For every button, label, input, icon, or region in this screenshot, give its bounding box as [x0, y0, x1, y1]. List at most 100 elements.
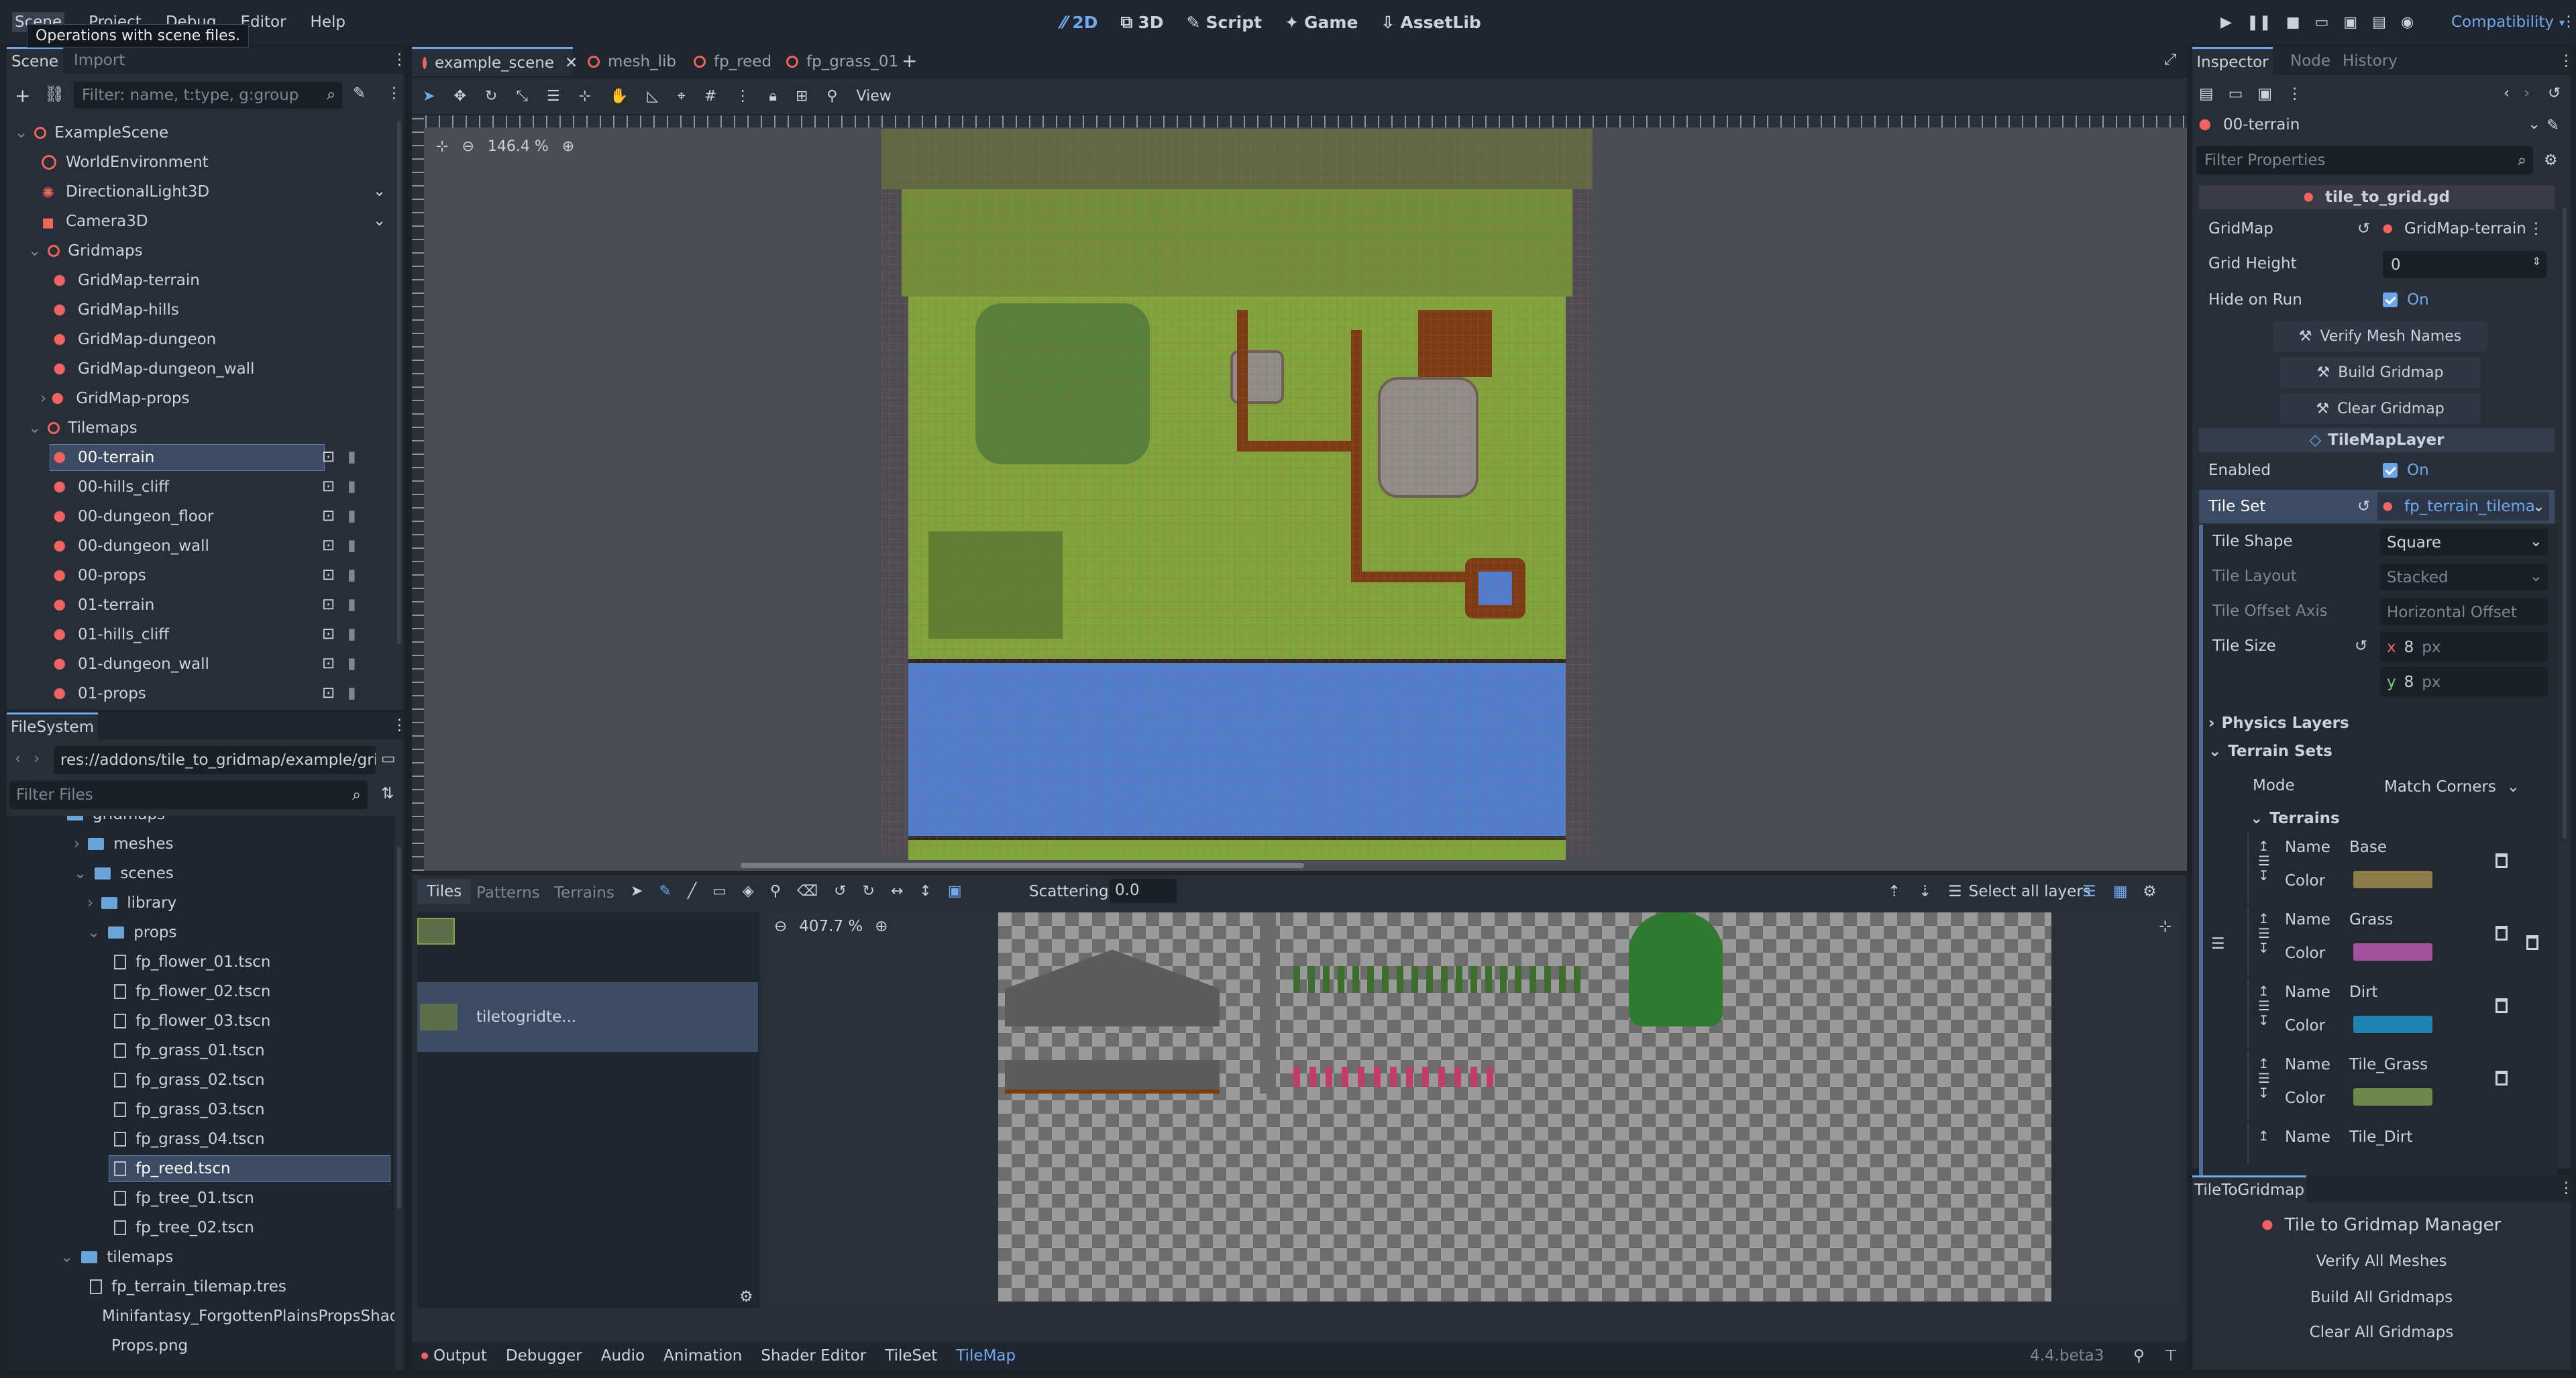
- tab-debugger[interactable]: Debugger: [506, 1347, 582, 1365]
- terrain-color-swatch[interactable]: [2353, 871, 2432, 888]
- chevron-right-icon[interactable]: ›: [74, 835, 80, 853]
- play-custom-icon[interactable]: ▤: [2372, 14, 2386, 31]
- rotate-tool-icon[interactable]: ↻: [485, 88, 497, 105]
- select-tool-icon[interactable]: ➤: [423, 88, 435, 105]
- tree-row-00-terrain[interactable]: 00-terrain ⊡ ▮: [7, 443, 404, 472]
- tab-fp-reed[interactable]: fp_reed: [694, 47, 771, 76]
- open-resource-icon[interactable]: ▭: [2229, 85, 2243, 103]
- physics-layers-section[interactable]: › Physics Layers: [2208, 710, 2349, 737]
- script-icon[interactable]: ⊡: [322, 655, 335, 672]
- dock-menu-icon[interactable]: ⋮: [2559, 1179, 2574, 1197]
- verify-mesh-names-button[interactable]: ⚒ Verify Mesh Names: [2273, 321, 2487, 352]
- file-row[interactable]: Props.png: [7, 1331, 394, 1361]
- flip-h-icon[interactable]: ↔: [891, 883, 903, 900]
- file-row[interactable]: fp_tree_01.tscn: [7, 1183, 394, 1213]
- snap-menu-icon[interactable]: ⋮: [735, 88, 750, 105]
- group-icon[interactable]: ⊞: [796, 88, 808, 105]
- lock-icon[interactable]: ▮: [347, 507, 356, 525]
- atlas-texture[interactable]: [998, 912, 2051, 1302]
- file-row[interactable]: fp_terrain_tilemap.tres: [7, 1272, 394, 1302]
- terrain-name-input[interactable]: Dirt: [2349, 984, 2378, 1001]
- file-row[interactable]: fp_grass_03.tscn: [7, 1095, 394, 1124]
- file-row[interactable]: fp_grass_01.tscn: [7, 1036, 394, 1065]
- play-scene-icon[interactable]: ▣: [2343, 14, 2357, 31]
- terrain-name-input[interactable]: Grass: [2349, 911, 2393, 929]
- filter-files-input[interactable]: Filter Files ⌕: [9, 781, 368, 809]
- layer-section-header[interactable]: ◇ TileMapLayer: [2199, 428, 2555, 452]
- zoom-level[interactable]: 146.4 %: [488, 138, 549, 155]
- tile-size-y-input[interactable]: y 8 px: [2380, 667, 2548, 696]
- center-view-icon[interactable]: ⊹: [436, 138, 448, 155]
- forward-icon[interactable]: ›: [34, 750, 40, 767]
- close-icon[interactable]: ✕: [565, 54, 578, 72]
- atlas-zoom-level[interactable]: 407.7 %: [799, 918, 863, 935]
- lock-icon[interactable]: ▮: [347, 596, 356, 613]
- tree-row-00-props[interactable]: 00-props ⊡ ▮: [7, 561, 404, 590]
- layer-up-icon[interactable]: ⇡: [1888, 883, 1900, 900]
- filter-options-icon[interactable]: ⚙: [2544, 152, 2558, 169]
- workspace-2d[interactable]: ⁄⁄ 2D: [1061, 13, 1098, 32]
- tree-row-01-terrain[interactable]: 01-terrain ⊡ ▮: [7, 590, 404, 620]
- tab-mesh-lib[interactable]: mesh_lib: [588, 47, 676, 76]
- chevron-down-icon[interactable]: ⌄: [373, 212, 386, 229]
- select-tool-icon[interactable]: ➤: [631, 883, 643, 900]
- drag-handle-icon[interactable]: ☰: [2211, 935, 2225, 953]
- tile-size-x-input[interactable]: x 8 px: [2380, 632, 2548, 661]
- tab-import[interactable]: Import: [74, 47, 125, 74]
- history-forward-icon[interactable]: ›: [2524, 85, 2530, 102]
- lock-icon[interactable]: ▮: [347, 655, 356, 672]
- delete-icon[interactable]: [2496, 926, 2508, 945]
- revert-icon[interactable]: ↺: [2355, 637, 2367, 655]
- source-settings-icon[interactable]: ⚙: [739, 1288, 753, 1306]
- scene-filter-input[interactable]: Filter: name, t:type, g:group ⌕: [74, 82, 342, 109]
- rotate-right-icon[interactable]: ↻: [863, 883, 875, 900]
- tree-row-00-dungeon-floor[interactable]: 00-dungeon_floor ⊡ ▮: [7, 502, 404, 531]
- clear-gridmap-button[interactable]: ⚒ Clear Gridmap: [2279, 393, 2481, 424]
- tileset-picker[interactable]: fp_terrain_tilema ⌄: [2377, 492, 2549, 521]
- tree-row-examplescene[interactable]: ⌄ ExampleScene: [7, 118, 404, 148]
- script-icon[interactable]: ⊡: [322, 596, 335, 613]
- expand-panel-icon[interactable]: ⊤: [2164, 1347, 2178, 1365]
- tree-row-gridmap-terrain[interactable]: GridMap-terrain: [7, 266, 404, 295]
- script-icon[interactable]: ⊡: [322, 448, 335, 466]
- dock-menu-icon[interactable]: ⋮: [392, 51, 407, 68]
- terrain-name-input[interactable]: Base: [2349, 839, 2387, 856]
- tree-row-01-props[interactable]: 01-props ⊡ ▮: [7, 679, 404, 708]
- play-icon[interactable]: ▶: [2220, 14, 2232, 31]
- chevron-right-icon[interactable]: ›: [87, 894, 93, 912]
- tile-source-item[interactable]: tiletogridte...: [417, 982, 758, 1052]
- more-icon[interactable]: ⋮: [2287, 85, 2302, 103]
- terrain-name-input[interactable]: Tile_Dirt: [2349, 1128, 2412, 1146]
- terrain-color-swatch[interactable]: [2353, 943, 2432, 961]
- script-icon[interactable]: ⊡: [322, 566, 335, 584]
- renderer-select[interactable]: Compatibility ▾: [2451, 0, 2565, 44]
- tree-row-gridmap-dungeon[interactable]: GridMap-dungeon: [7, 325, 404, 354]
- scale-tool-icon[interactable]: ⤡: [516, 88, 528, 105]
- revert-icon[interactable]: ↺: [2357, 498, 2370, 515]
- pan-tool-icon[interactable]: ✋: [610, 88, 628, 105]
- zoom-out-icon[interactable]: ⊖: [462, 138, 474, 155]
- terrain-color-swatch[interactable]: [2353, 1088, 2432, 1106]
- terrains-section[interactable]: ⌄ Terrains: [2250, 806, 2340, 831]
- tab-patterns[interactable]: Patterns: [476, 884, 540, 902]
- select-all-layers-button[interactable]: ☰ Select all layers: [1948, 883, 2091, 900]
- reorder-icon[interactable]: ↥ ☰ ↧: [2258, 911, 2270, 955]
- file-tree-scrollbar[interactable]: [397, 847, 401, 1209]
- delete-icon[interactable]: [2496, 1071, 2508, 1090]
- chevron-down-icon[interactable]: ⌄: [15, 124, 28, 142]
- tab-node[interactable]: Node: [2290, 52, 2330, 70]
- back-icon[interactable]: ‹: [15, 750, 21, 767]
- workspace-3d[interactable]: ⧉ 3D: [1121, 12, 1164, 32]
- chevron-down-icon[interactable]: ⌄: [87, 924, 100, 941]
- reorder-icon[interactable]: ↥ ☰ ↧: [2258, 1056, 2270, 1100]
- lock-icon[interactable]: ▮: [347, 537, 356, 554]
- script-icon[interactable]: ⊡: [322, 684, 335, 702]
- zoom-in-icon[interactable]: ⊕: [562, 138, 574, 155]
- move-tool-icon[interactable]: ✥: [453, 88, 466, 105]
- delete-icon[interactable]: [2496, 998, 2508, 1017]
- tree-row-01-dungeon-wall[interactable]: 01-dungeon_wall ⊡ ▮: [7, 649, 404, 679]
- ruler-icon[interactable]: ◺: [647, 88, 659, 105]
- enabled-checkbox[interactable]: On: [2383, 462, 2429, 479]
- script-icon[interactable]: ⊡: [322, 478, 335, 495]
- chevron-down-icon[interactable]: ⌄: [28, 242, 41, 260]
